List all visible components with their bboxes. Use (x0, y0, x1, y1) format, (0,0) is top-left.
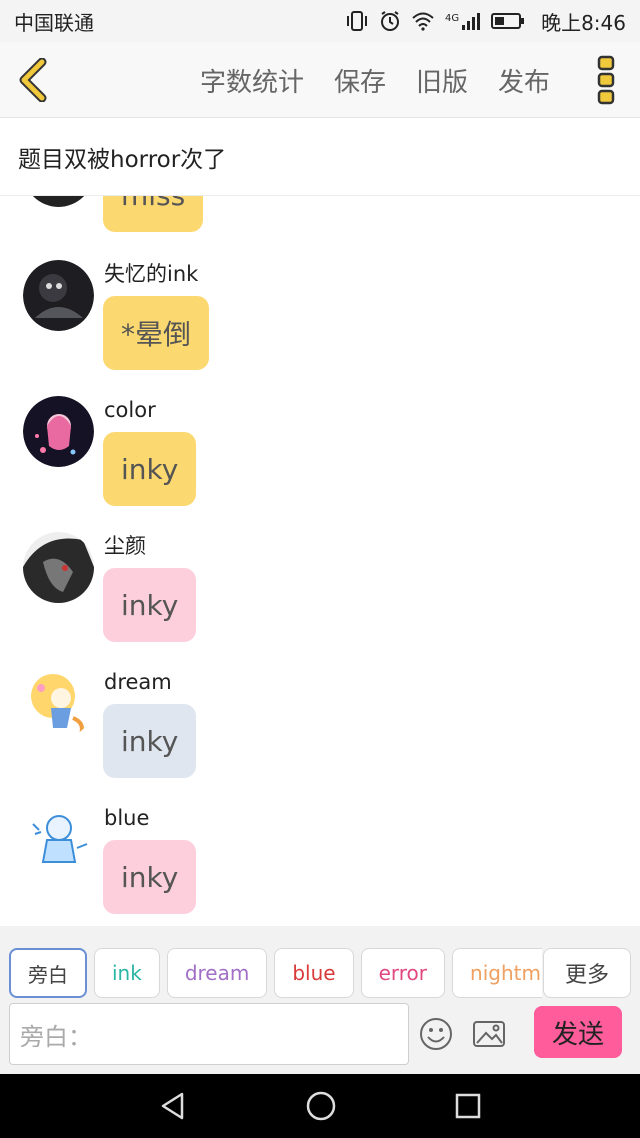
send-button[interactable]: 发送 (534, 1006, 622, 1058)
chevron-left-icon (19, 57, 47, 103)
save-button[interactable]: 保存 (334, 62, 386, 99)
carrier-label: 中国联通 (14, 10, 94, 35)
chat-message: color inky (0, 396, 640, 532)
old-version-button[interactable]: 旧版 (416, 62, 468, 99)
chat-message: dream inky (0, 668, 640, 804)
wifi-icon (412, 12, 434, 31)
screen: 中国联通 4G 晚上8:46 字数统计 保存 旧版 发布 题目双被horror次… (0, 0, 640, 1138)
composer-panel: 旁白inkdreamblueerrornightmare 更多 旁白： 发送 (0, 926, 640, 1074)
story-title[interactable]: 题目双被horror次了 (0, 118, 640, 196)
avatar[interactable] (23, 804, 94, 875)
emoji-icon (420, 1018, 452, 1050)
vibrate-icon (346, 11, 367, 31)
more-menu-button[interactable] (596, 54, 618, 106)
sender-name: blue (104, 806, 150, 830)
more-characters-button[interactable]: 更多 (543, 948, 631, 998)
status-bar: 中国联通 4G 晚上8:46 (0, 0, 640, 42)
chat-message: 失忆的ink *晕倒 (0, 260, 640, 396)
system-nav-bar (0, 1074, 640, 1138)
avatar[interactable] (23, 396, 94, 467)
battery-icon (491, 13, 525, 29)
status-icons: 4G 晚上8:46 (345, 7, 626, 36)
alarm-icon (380, 11, 399, 31)
sender-name: color (104, 398, 156, 422)
back-triangle-icon[interactable] (158, 1091, 188, 1121)
avatar[interactable] (23, 260, 94, 331)
sender-name: dream (104, 670, 172, 694)
sender-name: 尘颜 (104, 534, 146, 558)
sender-name: 失忆的ink (104, 262, 199, 286)
avatar[interactable] (23, 532, 94, 603)
word-count-button[interactable]: 字数统计 (200, 62, 304, 99)
top-bar: 字数统计 保存 旧版 发布 (0, 42, 640, 118)
message-bubble[interactable]: inky (103, 568, 197, 642)
character-chips: 旁白inkdreamblueerrornightmare (9, 948, 542, 998)
top-actions: 字数统计 保存 旧版 发布 (200, 42, 550, 118)
message-bubble[interactable]: miss (103, 196, 204, 232)
chip-nightmare[interactable]: nightmare (452, 948, 542, 998)
chip-dream[interactable]: dream (166, 948, 268, 998)
signal-icon (462, 13, 481, 30)
avatar[interactable] (23, 668, 94, 739)
message-bubble[interactable]: inky (103, 840, 197, 914)
publish-button[interactable]: 发布 (498, 62, 550, 99)
chip-narrator[interactable]: 旁白 (9, 948, 87, 998)
image-button[interactable] (471, 1016, 507, 1052)
image-icon (473, 1021, 505, 1047)
message-bubble[interactable]: *晕倒 (103, 296, 210, 370)
clock-label: 晚上8:46 (541, 10, 626, 35)
back-button[interactable] (14, 57, 54, 103)
chip-blue[interactable]: blue (274, 948, 354, 998)
message-bubble[interactable]: inky (103, 432, 197, 506)
chip-ink[interactable]: ink (94, 948, 160, 998)
chip-error[interactable]: error (360, 948, 446, 998)
avatar[interactable] (23, 196, 94, 207)
chat-area[interactable]: miss 失忆的ink *晕倒 (0, 196, 640, 926)
recents-square-icon[interactable] (454, 1092, 482, 1120)
message-input[interactable]: 旁白： (9, 1003, 409, 1065)
home-circle-icon[interactable] (305, 1090, 337, 1122)
chat-message: blue inky (0, 804, 640, 926)
chat-message: 尘颜 inky (0, 532, 640, 668)
message-bubble[interactable]: inky (103, 704, 197, 778)
more-vertical-icon (597, 55, 615, 105)
network-type-label: 4G (444, 12, 460, 24)
emoji-button[interactable] (418, 1016, 454, 1052)
